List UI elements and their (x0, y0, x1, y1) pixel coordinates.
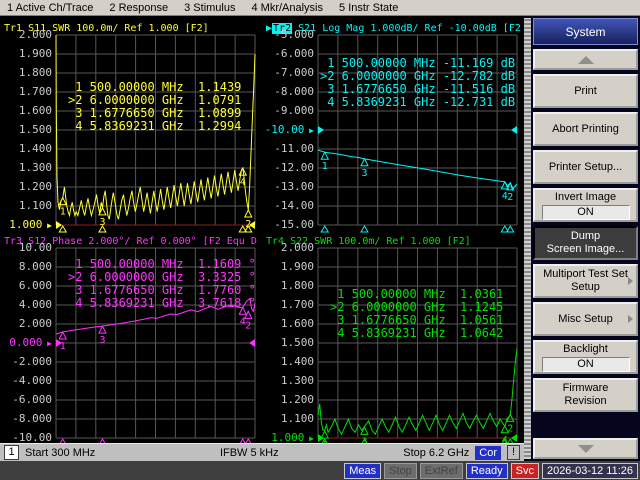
menu-button-printer-setup[interactable]: Printer Setup... (533, 150, 638, 184)
backlight-on-indicator: ON (542, 357, 630, 372)
svg-text:4: 4 (240, 316, 246, 327)
trace4-plot-svg: 1234 (318, 248, 517, 438)
svg-text:1: 1 (60, 207, 66, 218)
vna-screen: 1 Active Ch/Trace 2 Response 3 Stimulus … (0, 0, 640, 480)
svg-text:4: 4 (240, 177, 246, 188)
submenu-arrow-icon (628, 315, 633, 323)
warning-badge: ! (507, 445, 520, 460)
menu-scrollbar[interactable] (524, 18, 531, 459)
correction-badge: Cor (475, 446, 501, 460)
trace3-quadrant: Tr3 S12 Phase 2.000°/ Ref 0.000° [F2 Equ… (0, 229, 262, 442)
svg-text:2: 2 (507, 192, 513, 203)
up-arrow-icon (578, 56, 594, 64)
trace1-y-axis-labels: 2.0001.9001.8001.7001.6001.5001.4001.300… (0, 35, 56, 225)
down-arrow-icon (578, 445, 594, 453)
graticule-area: Tr1 S11 SWR 100.0m/ Ref 1.000 [F2] 2.000… (0, 16, 524, 443)
channel-number: 1 (4, 445, 19, 460)
status-meas: Meas (344, 463, 381, 479)
instrument-status-bar: Meas Stop ExtRef Ready Svc 2026-03-12 11… (0, 461, 640, 480)
status-svc: Svc (511, 463, 539, 479)
trace4-y-axis-labels: 2.0001.9001.8001.7001.6001.5001.4001.300… (262, 248, 318, 438)
status-extref: ExtRef (420, 463, 463, 479)
menu-button-dump-screen-image[interactable]: Dump Screen Image... (533, 226, 638, 260)
menubar: 1 Active Ch/Trace 2 Response 3 Stimulus … (0, 0, 640, 16)
trace3-y-axis-labels: 10.008.0006.0004.0002.0000.000 ▶-2.000-4… (0, 248, 56, 438)
start-frequency: Start 300 MHz (25, 447, 95, 459)
ifbw-value: IFBW 5 kHz (220, 447, 279, 459)
trace2-plot: 1 2 3 4 1 500.00000 MHz -11.169 dB >2 6.000… (318, 35, 517, 225)
status-ready: Ready (466, 463, 508, 479)
trace1-quadrant: Tr1 S11 SWR 100.0m/ Ref 1.000 [F2] 2.000… (0, 16, 262, 229)
trace1-plot: 1234 1 500.00000 MHz 1.1439 >2 6.0000000… (56, 35, 255, 225)
trace2-y-axis-labels: -5.000-6.000-7.000-8.000-9.000-10.00 ▶-1… (262, 35, 318, 225)
menubar-item-active-ch-trace[interactable]: 1 Active Ch/Trace (7, 2, 93, 14)
trace4-marker-table: 1 500.00000 MHz 1.0361 >2 6.0000000 GHz … (330, 288, 503, 340)
submenu-arrow-icon (628, 277, 633, 285)
svg-text:1: 1 (60, 341, 66, 352)
trace1-marker-table: 1 500.00000 MHz 1.1439 >2 6.0000000 GHz … (68, 81, 241, 133)
trace3-marker-table: 1 500.00000 MHz 1.1609 ° >2 6.0000000 GH… (68, 258, 256, 310)
trace2-quadrant: ▶Tr2 S21 Log Mag 1.000dB/ Ref -10.00dB [… (262, 16, 524, 229)
menu-button-firmware-revision[interactable]: Firmware Revision (533, 378, 638, 412)
channel-status-bar: 1 Start 300 MHz IFBW 5 kHz Stop 6.2 GHz … (0, 443, 524, 461)
trace4-quadrant: Tr4 S22 SWR 100.0m/ Ref 1.000 [F2] 2.000… (262, 229, 524, 442)
menu-button-print[interactable]: Print (533, 74, 638, 108)
softkey-menu: System Print Abort Printing Printer Setu… (524, 16, 640, 461)
menu-button-backlight[interactable]: Backlight ON (533, 340, 638, 374)
stop-frequency: Stop 6.2 GHz (403, 447, 469, 459)
menu-button-multiport-test-set-setup[interactable]: Multiport Test Set Setup (533, 264, 638, 298)
svg-text:3: 3 (361, 168, 367, 179)
menu-scroll-up-button[interactable] (533, 49, 638, 70)
svg-text:4: 4 (502, 191, 508, 202)
trace4-plot: 1234 1 500.00000 MHz 1.0361 >2 6.0000000… (318, 248, 517, 438)
menu-button-invert-image[interactable]: Invert Image ON (533, 188, 638, 222)
menu-button-misc-setup[interactable]: Misc Setup (533, 302, 638, 336)
trace3-plot: 1 2 3 4 1 500.00000 MHz 1.1609 ° >2 6.00000… (56, 248, 255, 438)
menubar-item-stimulus[interactable]: 3 Stimulus (184, 2, 235, 14)
menu-header: System (533, 18, 638, 45)
menu-button-abort-printing[interactable]: Abort Printing (533, 112, 638, 146)
svg-text:1: 1 (322, 161, 328, 172)
status-datetime: 2026-03-12 11:26 (542, 463, 638, 479)
svg-text:3: 3 (99, 335, 105, 346)
menubar-item-instr-state[interactable]: 5 Instr State (339, 2, 398, 14)
menubar-item-mkr-analysis[interactable]: 4 Mkr/Analysis (251, 2, 323, 14)
menubar-item-response[interactable]: 2 Response (109, 2, 168, 14)
menu-scroll-down-button[interactable] (533, 438, 638, 459)
invert-image-on-indicator: ON (542, 205, 630, 220)
svg-text:2: 2 (245, 320, 251, 331)
trace2-marker-table: 1 500.00000 MHz -11.169 dB >2 6.0000000 … (320, 57, 515, 109)
status-stop: Stop (384, 463, 417, 479)
